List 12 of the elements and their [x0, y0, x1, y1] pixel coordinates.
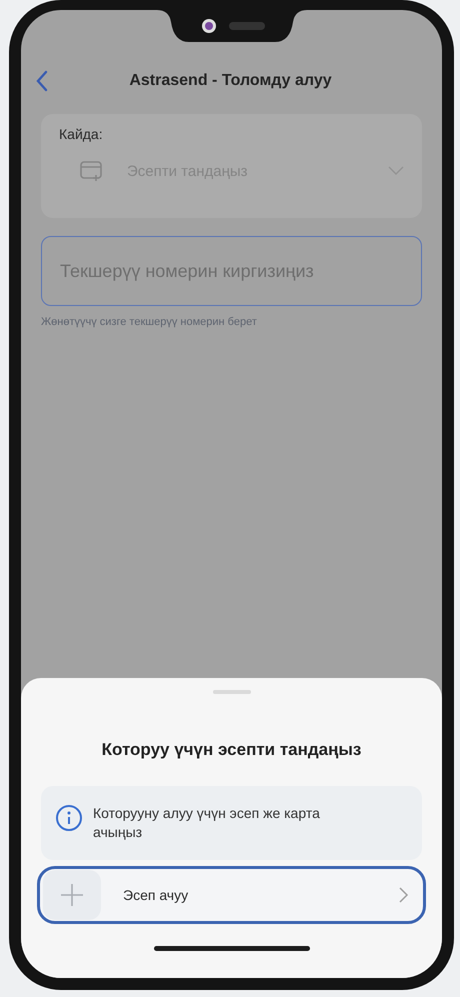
- chevron-right-icon: [399, 886, 409, 903]
- card-icon: [79, 160, 103, 182]
- sheet-title: Которуу үчүн эсепти тандаңыз: [100, 740, 362, 760]
- back-icon[interactable]: [35, 70, 49, 92]
- info-icon: [55, 804, 83, 832]
- chevron-down-icon: [388, 166, 404, 176]
- destination-label: Кайда:: [59, 126, 104, 142]
- open-account-button[interactable]: Эсеп ачуу: [37, 866, 426, 924]
- screen-title: Astrasend - Толомду алуу: [128, 72, 333, 90]
- info-text: Которууну алуу үчүн эсеп же карта ачыңыз: [93, 804, 321, 842]
- code-hint: Жөнөтүүчү сизге текшерүү номерин берет: [41, 316, 258, 328]
- plus-icon: [43, 870, 101, 920]
